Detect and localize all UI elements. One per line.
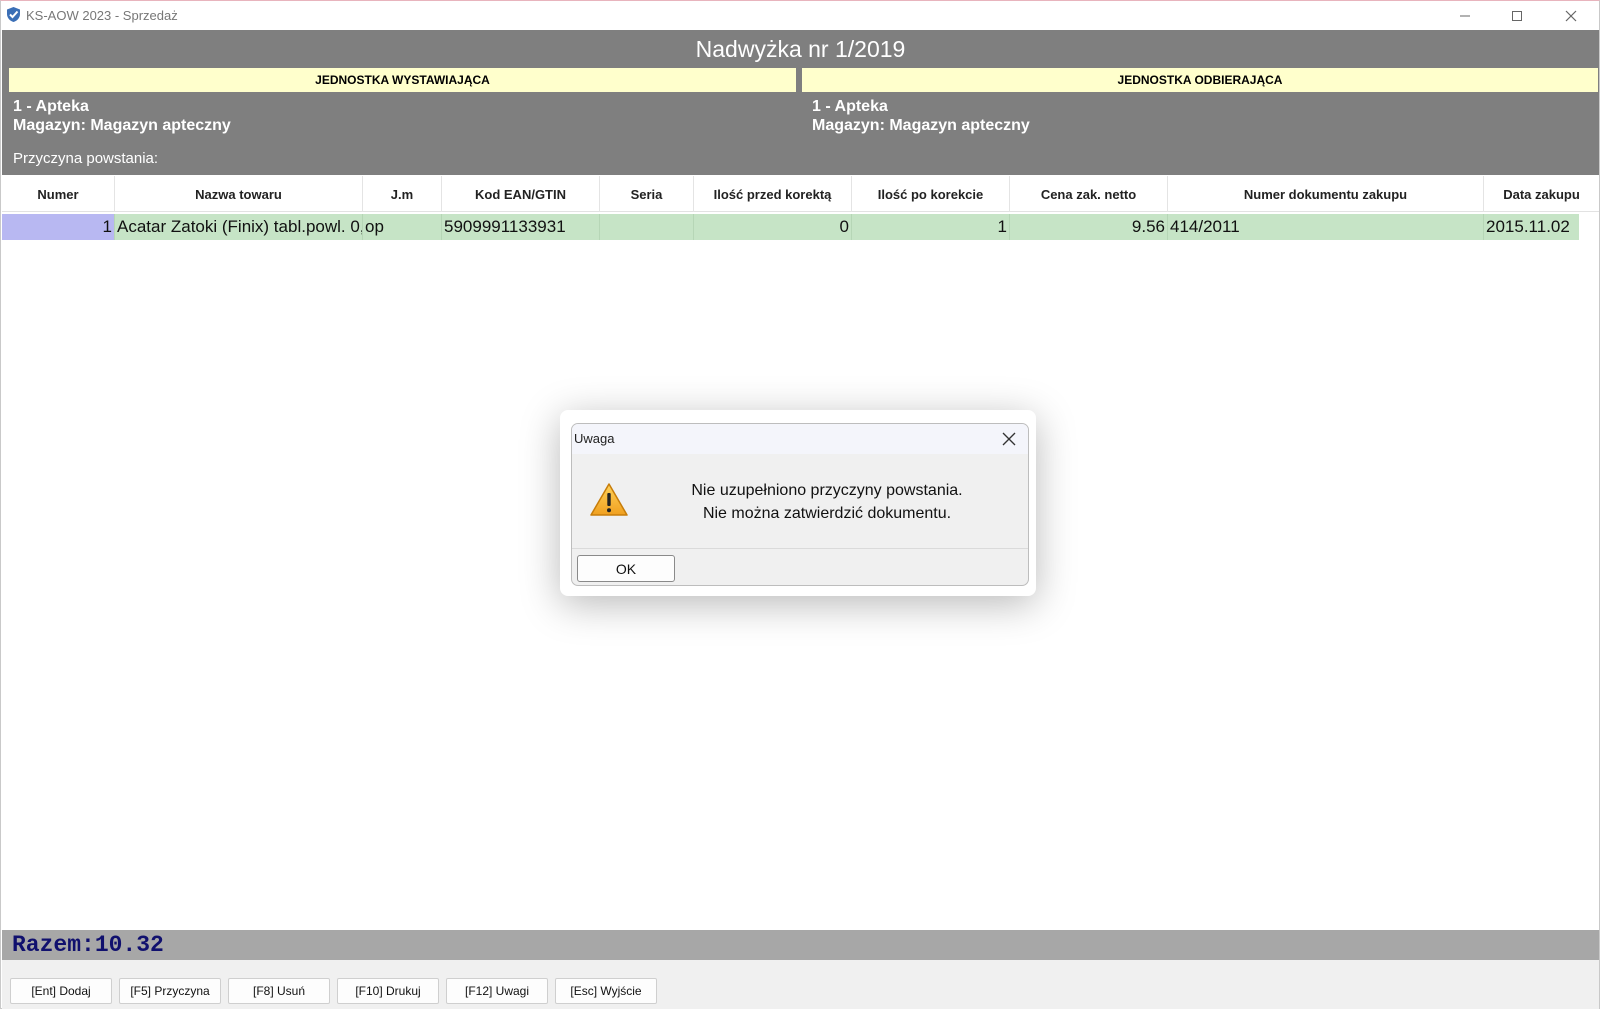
- reason-label: Przyczyna powstania:: [13, 150, 159, 167]
- dialog-message-line2: Nie można zatwierdzić dokumentu.: [702, 505, 952, 522]
- window-title: KS-AOW 2023 - Sprzedaż: [26, 8, 178, 23]
- column-header-nr-dok[interactable]: Numer dokumentu zakupu: [1168, 176, 1484, 212]
- dialog-message-line1: Nie uzupełniono przyczyny powstania.: [691, 482, 963, 499]
- cell-nazwa[interactable]: Acatar Zatoki (Finix) tabl.powl. 0,: [115, 214, 363, 240]
- column-header-jm[interactable]: J.m: [363, 176, 442, 212]
- document-header: Nadwyżka nr 1/2019 JEDNOSTKA WYSTAWIAJĄC…: [2, 30, 1599, 175]
- column-header-nazwa[interactable]: Nazwa towaru: [115, 176, 363, 212]
- receiving-unit-label: JEDNOSTKA ODBIERAJĄCA: [802, 68, 1598, 92]
- function-key-bar: [Ent] Dodaj [F5] Przyczyna [F8] Usuń [F1…: [2, 960, 1599, 1009]
- column-header-numer[interactable]: Numer: [2, 176, 115, 212]
- issuing-unit-label: JEDNOSTKA WYSTAWIAJĄCA: [9, 68, 796, 92]
- cell-nr-dok[interactable]: 414/2011: [1168, 214, 1484, 240]
- cell-cena[interactable]: 9.56: [1010, 214, 1168, 240]
- column-header-ean[interactable]: Kod EAN/GTIN: [442, 176, 600, 212]
- dialog-separator: [572, 548, 1028, 549]
- dialog-title-bar: Uwaga: [572, 424, 1028, 454]
- issuing-unit-name: 1 - Apteka: [13, 98, 89, 115]
- issuing-unit-info: 1 - Apteka Magazyn: Magazyn apteczny: [13, 97, 231, 135]
- column-header-seria[interactable]: Seria: [600, 176, 694, 212]
- dialog-message: Nie uzupełniono przyczyny powstania. Nie…: [652, 479, 1002, 525]
- column-header-ilosc-przed[interactable]: Ilość przed korektą: [694, 176, 852, 212]
- document-title: Nadwyżka nr 1/2019: [695, 36, 906, 62]
- ok-button[interactable]: OK: [577, 555, 675, 582]
- total-bar: Razem:10.32: [2, 930, 1599, 960]
- column-header-cena[interactable]: Cena zak. netto: [1010, 176, 1168, 212]
- title-bar: KS-AOW 2023 - Sprzedaż: [1, 1, 1599, 30]
- table-row[interactable]: 1 Acatar Zatoki (Finix) tabl.powl. 0, op…: [2, 214, 1579, 240]
- dialog-body: Nie uzupełniono przyczyny powstania. Nie…: [572, 454, 1028, 535]
- warning-icon: [590, 483, 628, 516]
- check-shield-icon: [7, 7, 20, 22]
- cell-numer[interactable]: 1: [2, 214, 115, 240]
- column-header-ilosc-po[interactable]: Ilość po korekcie: [852, 176, 1010, 212]
- close-icon: [1002, 432, 1016, 446]
- cell-jm[interactable]: op: [363, 214, 442, 240]
- warning-dialog: Uwaga Nie uzupełniono przyczyny powstani…: [571, 423, 1029, 586]
- maximize-button[interactable]: [1493, 1, 1541, 30]
- maximize-icon: [1512, 10, 1522, 21]
- cell-data[interactable]: 2015.11.02: [1484, 214, 1579, 240]
- column-header-data[interactable]: Data zakupu: [1484, 176, 1599, 212]
- dialog-close-button[interactable]: [998, 428, 1020, 450]
- table-header: Numer Nazwa towaru J.m Kod EAN/GTIN Seri…: [2, 176, 1599, 212]
- issuing-unit-warehouse: Magazyn: Magazyn apteczny: [13, 117, 231, 134]
- exit-button[interactable]: [Esc] Wyjście: [555, 978, 657, 1004]
- minimize-button[interactable]: [1441, 1, 1489, 30]
- close-button[interactable]: [1547, 1, 1595, 30]
- delete-button[interactable]: [F8] Usuń: [228, 978, 330, 1004]
- cell-ilosc-po[interactable]: 1: [852, 214, 1010, 240]
- dialog-title: Uwaga: [574, 431, 615, 446]
- reason-button[interactable]: [F5] Przyczyna: [119, 978, 221, 1004]
- cell-ean[interactable]: 5909991133931: [442, 214, 600, 240]
- total-value: Razem:10.32: [12, 932, 164, 958]
- notes-button[interactable]: [F12] Uwagi: [446, 978, 548, 1004]
- receiving-unit-name: 1 - Apteka: [812, 98, 888, 115]
- receiving-unit-info: 1 - Apteka Magazyn: Magazyn apteczny: [812, 97, 1030, 135]
- print-button[interactable]: [F10] Drukuj: [337, 978, 439, 1004]
- minimize-icon: [1460, 15, 1470, 16]
- close-icon: [1565, 10, 1577, 21]
- add-button[interactable]: [Ent] Dodaj: [10, 978, 112, 1004]
- cell-seria[interactable]: [600, 214, 694, 240]
- cell-ilosc-przed[interactable]: 0: [694, 214, 852, 240]
- receiving-unit-warehouse: Magazyn: Magazyn apteczny: [812, 117, 1030, 134]
